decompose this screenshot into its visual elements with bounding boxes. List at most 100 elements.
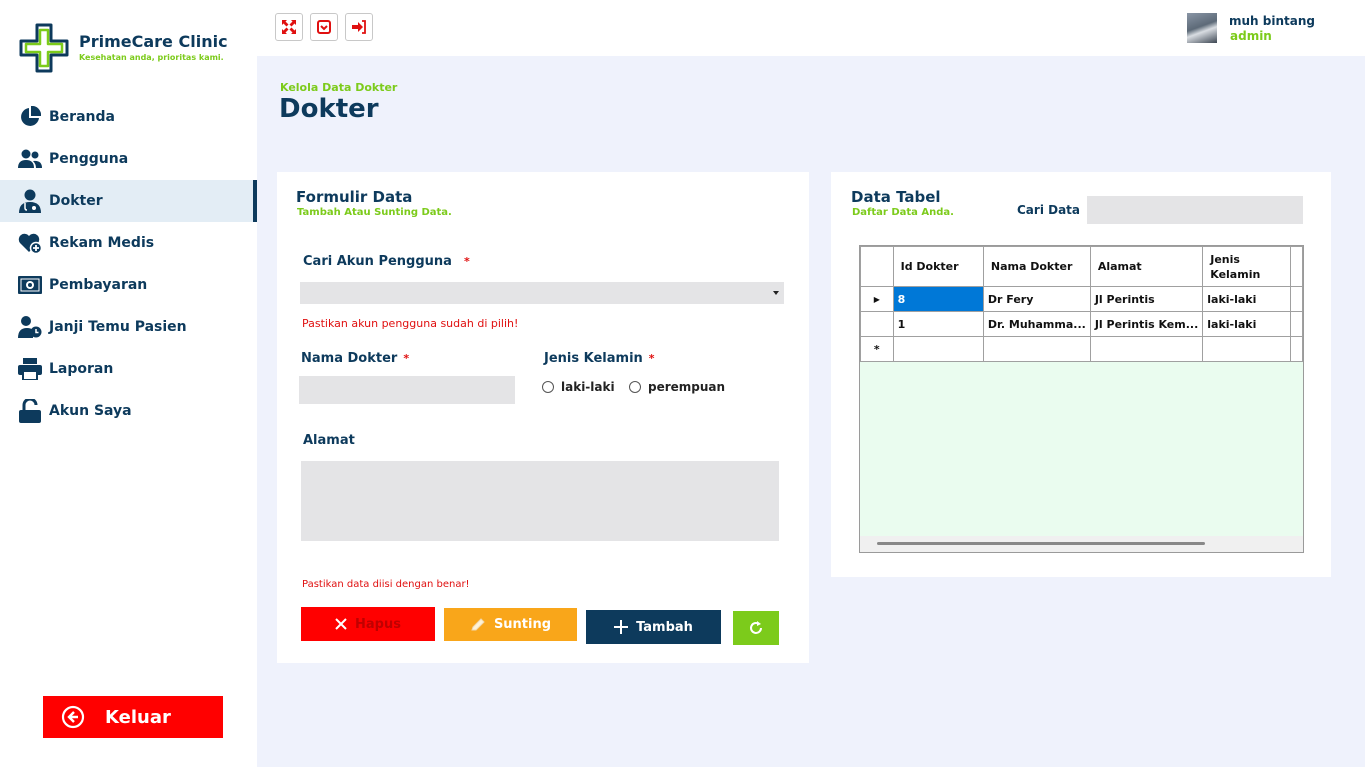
table-cell[interactable] (892, 336, 984, 362)
add-button[interactable]: Tambah (586, 610, 721, 644)
arrow-left-circle-icon (61, 705, 85, 729)
sidebar-item-label: Beranda (49, 109, 115, 125)
sidebar: PrimeCare Clinic Kesehatan anda, priorit… (0, 0, 257, 767)
table-cell[interactable]: laki-laki (1202, 311, 1291, 337)
pencil-icon (470, 617, 486, 632)
plus-icon (614, 620, 629, 634)
sidebar-item-label: Pengguna (49, 151, 129, 167)
sidebar-item-rekam-medis[interactable]: Rekam Medis (0, 222, 257, 264)
table-cell[interactable]: Jl Perintis (1089, 286, 1204, 312)
scrollbar-thumb[interactable] (877, 542, 1205, 545)
fullscreen-button[interactable] (275, 13, 303, 41)
doctor-name-label: Nama Dokter * (301, 351, 410, 366)
pie-chart-icon (18, 105, 42, 129)
logout-label: Keluar (105, 706, 171, 728)
sidebar-item-label: Janji Temu Pasien (49, 319, 187, 335)
search-account-label: Cari Akun Pengguna * (303, 254, 470, 269)
row-selector[interactable] (860, 311, 894, 337)
sidebar-item-janji-temu-pasien[interactable]: Janji Temu Pasien (0, 306, 257, 348)
table-new-row[interactable]: * (860, 336, 1303, 362)
unlock-icon (18, 399, 42, 423)
clinic-cross-logo-icon (19, 23, 69, 73)
table-subtitle: Daftar Data Anda. (852, 207, 954, 218)
data-warning: Pastikan data diisi dengan benar! (302, 579, 470, 590)
row-selector[interactable]: * (860, 336, 894, 362)
radio-label: perempuan (648, 380, 726, 394)
table-cell[interactable] (982, 336, 1091, 362)
address-field[interactable] (301, 461, 779, 541)
heart-plus-icon (18, 231, 42, 255)
table-row[interactable]: ▶ 8 Dr Fery Jl Perintis laki-laki (860, 286, 1303, 312)
radio-label: laki-laki (561, 380, 615, 394)
sidebar-item-label: Pembayaran (49, 277, 148, 293)
doctor-data-grid[interactable]: Id Dokter Nama Dokter Alamat Jenis Kelam… (859, 245, 1304, 553)
sidebar-item-pembayaran[interactable]: Pembayaran (0, 264, 257, 306)
horizontal-scrollbar[interactable] (860, 536, 1303, 552)
table-cell[interactable]: laki-laki (1202, 286, 1291, 312)
table-cell[interactable]: 1 (892, 311, 984, 337)
minimize-icon (317, 20, 331, 34)
search-account-combobox[interactable] (300, 282, 784, 304)
delete-button-label: Hapus (355, 616, 401, 632)
gender-radio-male[interactable]: laki-laki (542, 380, 615, 394)
column-header-overflow (1289, 246, 1303, 287)
users-icon (18, 147, 42, 171)
table-header-row: Id Dokter Nama Dokter Alamat Jenis Kelam… (860, 246, 1303, 287)
sidebar-item-dokter[interactable]: Dokter (0, 180, 257, 222)
sidebar-item-label: Laporan (49, 361, 114, 377)
table-title: Data Tabel (851, 188, 941, 206)
table-cell[interactable]: Dr Fery (982, 286, 1091, 312)
fullscreen-icon (282, 20, 296, 34)
column-header[interactable]: Alamat (1089, 246, 1204, 287)
refresh-icon (750, 621, 762, 634)
app-title: PrimeCare Clinic (79, 32, 228, 51)
column-header[interactable]: Nama Dokter (982, 246, 1091, 287)
top-bar: muh bintang admin (257, 0, 1365, 56)
radio-circle (629, 381, 641, 393)
app-logo: PrimeCare Clinic Kesehatan anda, priorit… (18, 22, 248, 74)
chevron-down-icon (773, 291, 779, 295)
table-cell-overflow (1289, 336, 1303, 362)
edit-button[interactable]: Sunting (444, 608, 577, 641)
column-header[interactable]: Jenis Kelamin (1202, 246, 1291, 287)
radio-circle (542, 381, 554, 393)
column-header[interactable]: Id Dokter (892, 246, 984, 287)
gender-label: Jenis Kelamin * (544, 351, 655, 366)
table-cell[interactable] (1202, 336, 1291, 362)
minimize-button[interactable] (310, 13, 338, 41)
form-panel: Formulir Data Tambah Atau Sunting Data. … (277, 172, 809, 663)
search-data-label: Cari Data (1017, 203, 1081, 217)
add-button-label: Tambah (636, 619, 693, 635)
sidebar-item-label: Rekam Medis (49, 235, 155, 251)
exit-button[interactable] (345, 13, 373, 41)
table-cell[interactable]: 8 (892, 286, 984, 312)
row-selector[interactable]: ▶ (860, 286, 894, 312)
data-table: Id Dokter Nama Dokter Alamat Jenis Kelam… (860, 246, 1303, 362)
user-role: admin (1230, 29, 1272, 43)
refresh-button[interactable] (733, 611, 779, 645)
table-cell[interactable]: Dr. Muhamma... (982, 311, 1091, 337)
sidebar-item-label: Dokter (49, 193, 103, 209)
doctor-name-field[interactable] (299, 376, 515, 404)
form-title: Formulir Data (296, 188, 413, 206)
user-name: muh bintang (1229, 14, 1315, 28)
sidebar-item-beranda[interactable]: Beranda (0, 96, 257, 138)
sidebar-item-laporan[interactable]: Laporan (0, 348, 257, 390)
delete-button[interactable]: Hapus (301, 607, 435, 641)
user-clock-icon (18, 315, 42, 339)
search-account-warning: Pastikan akun pengguna sudah di pilih! (302, 317, 519, 330)
table-cell[interactable] (1089, 336, 1204, 362)
avatar (1187, 13, 1217, 43)
sidebar-item-pengguna[interactable]: Pengguna (0, 138, 257, 180)
printer-icon (18, 357, 42, 381)
edit-button-label: Sunting (493, 617, 552, 632)
search-data-input[interactable] (1087, 196, 1303, 224)
logout-button[interactable]: Keluar (43, 696, 223, 738)
sidebar-item-akun-saya[interactable]: Akun Saya (0, 390, 257, 432)
form-subtitle: Tambah Atau Sunting Data. (297, 207, 452, 218)
table-row[interactable]: 1 Dr. Muhamma... Jl Perintis Kem... laki… (860, 311, 1303, 337)
gender-radio-female[interactable]: perempuan (629, 380, 725, 394)
close-icon (335, 618, 347, 630)
page-title: Dokter (279, 94, 379, 124)
table-cell[interactable]: Jl Perintis Kem... (1089, 311, 1204, 337)
